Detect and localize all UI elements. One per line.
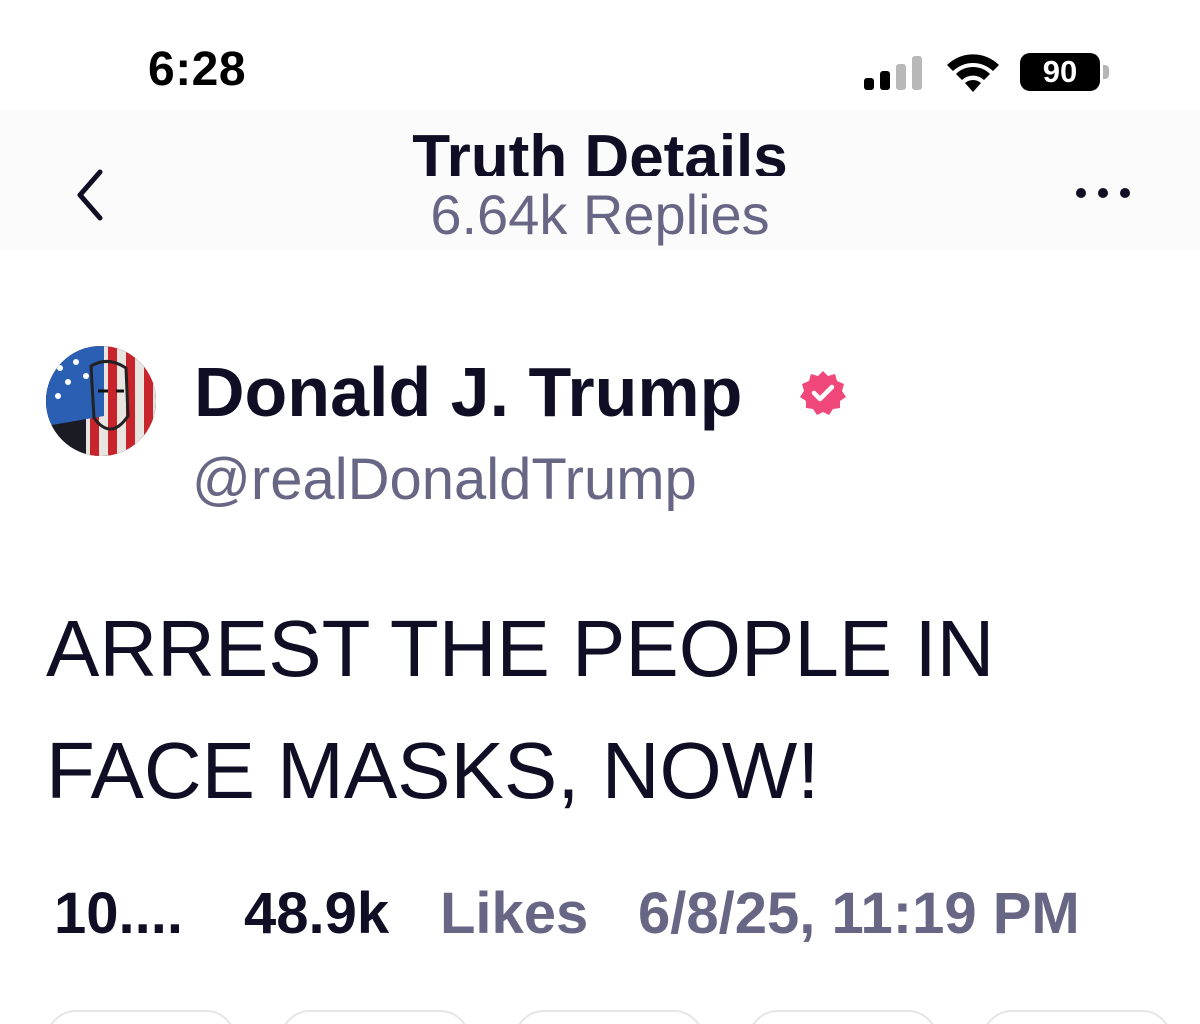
post-timestamp: 6/8/25, 11:19 PM bbox=[638, 881, 1080, 946]
author-handle[interactable]: @realDonaldTrump bbox=[192, 446, 697, 513]
share-button[interactable] bbox=[982, 1010, 1172, 1024]
avatar-image bbox=[46, 346, 156, 456]
page-title: Truth Details bbox=[412, 124, 788, 176]
reply-button[interactable] bbox=[46, 1010, 236, 1024]
battery-level: 90 bbox=[1020, 53, 1100, 91]
avatar[interactable] bbox=[46, 346, 156, 456]
replies-count[interactable]: 10.... bbox=[54, 880, 183, 947]
status-bar: 6:28 90 bbox=[0, 0, 1200, 110]
cellular-signal-icon bbox=[864, 56, 922, 90]
ellipsis-icon[interactable] bbox=[1068, 172, 1138, 212]
status-time: 6:28 bbox=[148, 43, 247, 96]
like-button[interactable] bbox=[514, 1010, 704, 1024]
battery-icon: 90 bbox=[1020, 53, 1110, 91]
retruth-button[interactable] bbox=[280, 1010, 470, 1024]
post-text: ARREST THE PEOPLE IN FACE MASKS, NOW! bbox=[46, 604, 995, 815]
wifi-icon bbox=[947, 54, 999, 92]
replies-count-subtitle: 6.64k Replies bbox=[430, 183, 770, 246]
verified-badge-icon bbox=[800, 371, 846, 415]
header: Truth Details 6.64k Replies bbox=[0, 110, 1200, 250]
title-clip: Truth Details bbox=[0, 124, 1200, 176]
author-name[interactable]: Donald J. Trump bbox=[194, 352, 742, 432]
likes-count[interactable]: 48.9k bbox=[244, 880, 389, 947]
battery-cap bbox=[1103, 65, 1109, 79]
bookmark-button[interactable] bbox=[748, 1010, 938, 1024]
likes-label[interactable]: Likes bbox=[440, 880, 588, 947]
